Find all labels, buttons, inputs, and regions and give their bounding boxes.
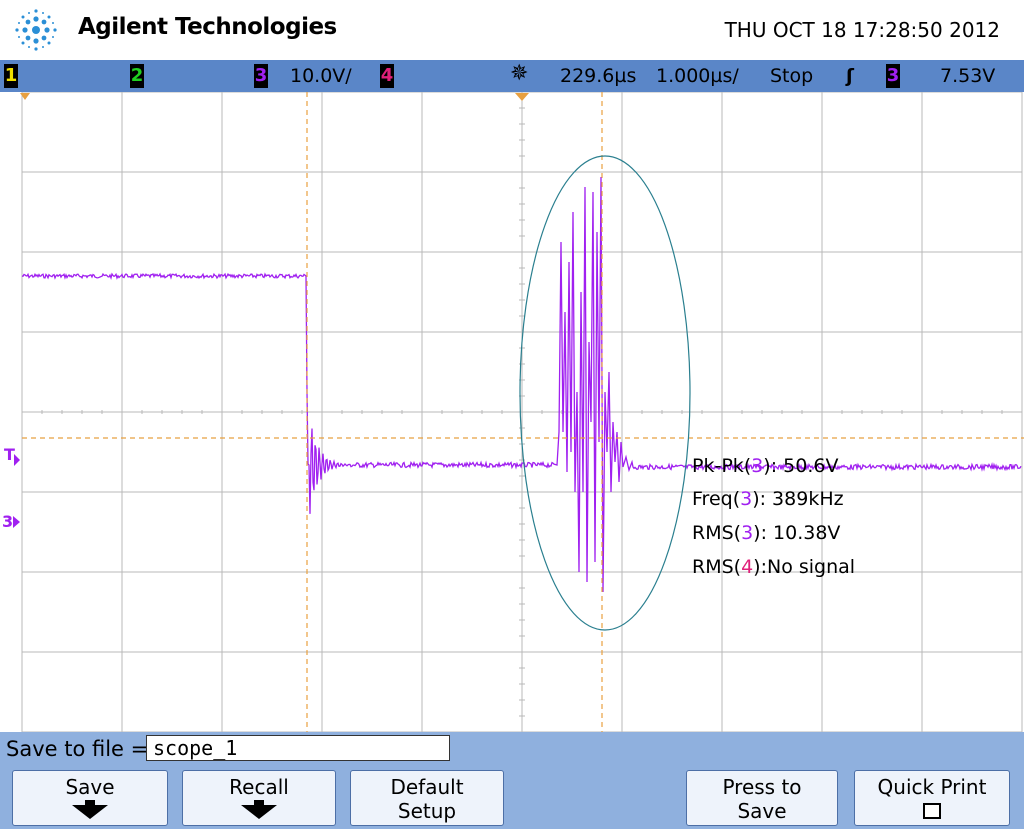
- recall-softkey-label: Recall: [229, 775, 289, 799]
- status-bar: 1 2 3 10.0V/ 4 ✵ 229.6µs 1.000µs/ Stop ʃ…: [0, 60, 1024, 92]
- save-softkey[interactable]: Save: [12, 770, 168, 826]
- measurement-panel: Pk-Pk(3): 50.6V Freq(3): 389kHz RMS(3): …: [692, 455, 855, 578]
- channel-3-ground-marker: 3: [2, 512, 13, 531]
- save-file-bar: Save to file = scope_1: [0, 732, 1024, 766]
- quick-print-label: Quick Print: [877, 775, 987, 799]
- arrow-down-icon: [241, 805, 277, 819]
- waveform-display[interactable]: T 3 Pk-Pk(3): 50.6V Freq(3): 389kHz RMS(…: [0, 92, 1024, 732]
- channel-2-button[interactable]: 2: [130, 64, 144, 88]
- channel-3-scale: 10.0V/: [290, 65, 352, 87]
- default-setup-softkey[interactable]: Default Setup: [350, 770, 504, 826]
- save-softkey-label: Save: [65, 775, 115, 799]
- default-setup-label-1: Default: [390, 775, 464, 799]
- delay-marker-icon: [515, 93, 529, 101]
- checkbox-icon: [923, 803, 941, 819]
- brand-name: Agilent Technologies: [78, 14, 337, 40]
- filename-input[interactable]: scope_1: [146, 735, 450, 761]
- quick-print-softkey[interactable]: Quick Print: [854, 770, 1010, 826]
- top-bar: Agilent Technologies THU OCT 18 17:28:50…: [0, 0, 1024, 60]
- measurement-freq: Freq(3): 389kHz: [692, 488, 844, 510]
- trigger-level: 7.53V: [940, 65, 996, 87]
- softkey-bar: Save Recall Default Setup Press to Save …: [0, 766, 1024, 829]
- trigger-slope-icon: ʃ: [846, 65, 854, 87]
- trigger-marker-arrow-icon: [14, 454, 20, 466]
- channel-4-button[interactable]: 4: [380, 64, 394, 88]
- measurement-pkpk: Pk-Pk(3): 50.6V: [692, 455, 838, 477]
- measurement-rms-ch3: RMS(3): 10.38V: [692, 522, 840, 544]
- arrow-down-icon: [72, 805, 108, 819]
- horizontal-delay: 229.6µs: [560, 65, 637, 87]
- ground-marker-arrow-icon: [13, 516, 20, 528]
- graticule-grid: [21, 92, 1023, 732]
- channel-3-button[interactable]: 3: [254, 64, 268, 88]
- save-to-file-label: Save to file =: [6, 737, 149, 761]
- default-setup-label-2: Setup: [397, 799, 457, 823]
- trigger-marker: T: [4, 445, 15, 464]
- press-to-save-label-1: Press to: [722, 775, 802, 799]
- press-to-save-softkey[interactable]: Press to Save: [686, 770, 838, 826]
- agilent-spark-logo-icon: [15, 9, 57, 51]
- channel-1-button[interactable]: 1: [4, 64, 18, 88]
- datetime-readout: THU OCT 18 17:28:50 2012: [724, 18, 1000, 42]
- trigger-source: 3: [886, 64, 900, 88]
- timebase-scale: 1.000µs/: [656, 65, 739, 87]
- run-state: Stop: [770, 65, 814, 87]
- measurement-rms-ch4: RMS(4):No signal: [692, 556, 855, 578]
- recall-softkey[interactable]: Recall: [182, 770, 336, 826]
- press-to-save-label-2: Save: [737, 799, 787, 823]
- horizontal-delay-icon: ✵: [510, 61, 529, 86]
